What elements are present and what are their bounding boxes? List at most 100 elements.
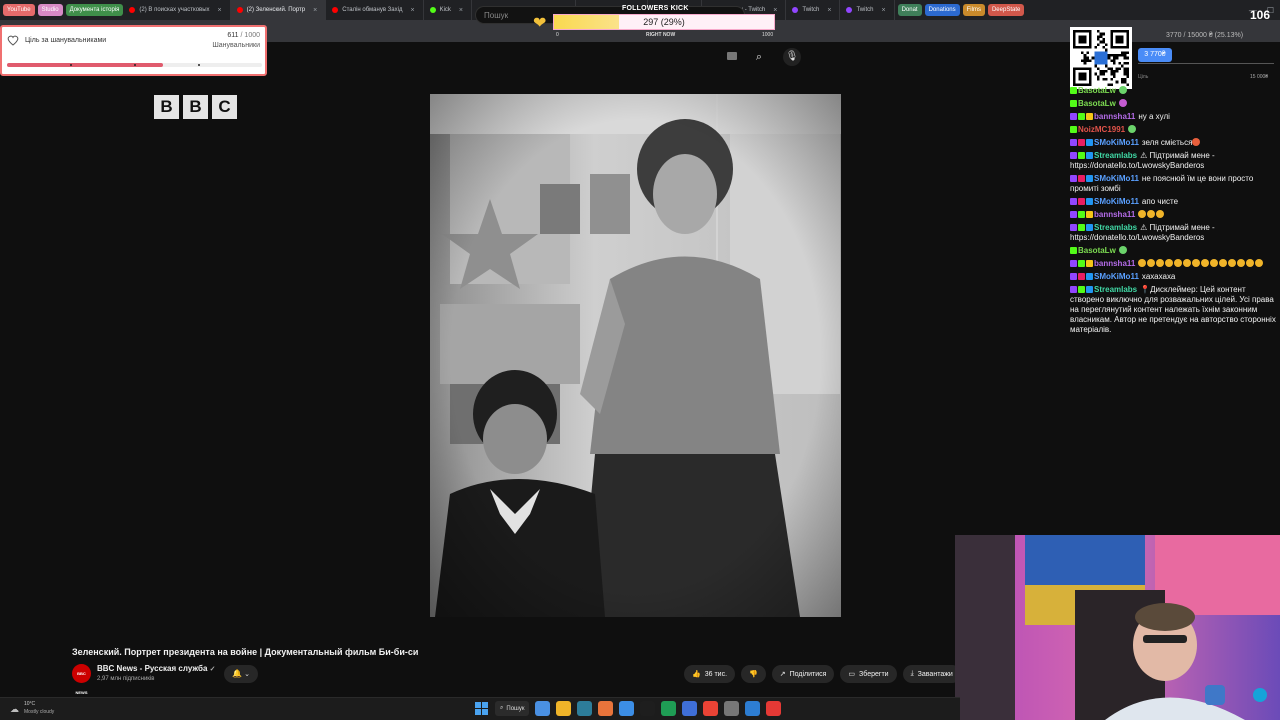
chat-badge-icon bbox=[1070, 247, 1077, 254]
chat-username[interactable]: bannsha11 bbox=[1094, 210, 1135, 219]
search-icon[interactable]: ⌕ bbox=[748, 48, 770, 66]
taskbar-app-icon[interactable] bbox=[745, 701, 761, 716]
close-tab-icon[interactable]: × bbox=[218, 7, 222, 14]
windows-start-icon[interactable] bbox=[474, 701, 489, 716]
browser-tab[interactable]: (2) Зеленский. Портр × bbox=[230, 0, 327, 20]
goal-marker bbox=[198, 64, 200, 66]
chat-badge-icon bbox=[1086, 273, 1093, 280]
chat-username[interactable]: Streamlabs bbox=[1094, 151, 1137, 160]
close-tab-icon[interactable]: × bbox=[313, 7, 317, 14]
taskbar-app-icon[interactable] bbox=[724, 701, 740, 716]
chat-username[interactable]: SMoKiMo11 bbox=[1094, 197, 1139, 206]
chat-badge-icon bbox=[1070, 224, 1077, 231]
channel-avatar[interactable]: BBC NEWS bbox=[72, 664, 91, 695]
chat-badge-icon bbox=[1078, 286, 1085, 293]
share-button[interactable]: ↗ Поділитися bbox=[771, 665, 835, 683]
taskbar-search[interactable]: ⌕ Пошук bbox=[495, 701, 530, 716]
close-tab-icon[interactable]: × bbox=[410, 7, 414, 14]
goal-progress-track bbox=[7, 63, 262, 67]
chat-message: SMoKiMo11 апо чисте bbox=[1070, 197, 1276, 207]
taskbar-app-icon[interactable] bbox=[556, 701, 572, 716]
video-frame-photo[interactable] bbox=[430, 94, 841, 617]
chat-username[interactable]: bannsha11 bbox=[1094, 259, 1135, 268]
chat-badge-icon bbox=[1086, 260, 1093, 267]
chat-text: зеля сміється bbox=[1141, 138, 1193, 147]
tab-label: Сталін обманув Захід bbox=[342, 7, 403, 13]
browser-tab[interactable]: Twitch × bbox=[786, 0, 841, 20]
chat-username[interactable]: NoizMC1991 bbox=[1078, 125, 1125, 134]
taskbar-app-icon[interactable] bbox=[619, 701, 635, 716]
chat-badge-icon bbox=[1078, 273, 1085, 280]
taskbar-app-icon[interactable] bbox=[640, 701, 656, 716]
chat-badge-icon bbox=[1070, 273, 1077, 280]
chat-username[interactable]: SMoKiMo11 bbox=[1094, 174, 1139, 183]
chat-badge-icon bbox=[1086, 139, 1093, 146]
chat-username[interactable]: bannsha11 bbox=[1094, 112, 1135, 121]
dislike-button[interactable]: 👎 bbox=[741, 665, 766, 683]
chat-badge-icon bbox=[1070, 126, 1077, 133]
chat-badge-icon bbox=[1078, 260, 1085, 267]
chat-message: BasotaLw bbox=[1070, 99, 1276, 109]
bell-icon: 🔔 bbox=[231, 669, 242, 678]
chat-text: апо чисте bbox=[1141, 197, 1179, 206]
chat-username[interactable]: BasotaLw bbox=[1078, 86, 1116, 95]
favicon-icon bbox=[846, 7, 853, 13]
browser-tab[interactable]: Сталін обманув Захід × bbox=[326, 0, 424, 20]
chat-badge-icon bbox=[1078, 211, 1085, 218]
goal-unit: Шанувальники bbox=[212, 42, 260, 49]
taskbar-app-icon[interactable] bbox=[598, 701, 614, 716]
save-button[interactable]: ▭ Зберегти bbox=[840, 665, 897, 683]
browser-tab[interactable]: Kick × bbox=[424, 0, 472, 20]
chat-badge-icon bbox=[1070, 211, 1077, 218]
taskbar-app-icon[interactable] bbox=[577, 701, 593, 716]
bbc-logo-letter: B bbox=[154, 95, 179, 119]
taskbar-app-icon[interactable] bbox=[682, 701, 698, 716]
download-button[interactable]: ⤓ Завантажи bbox=[902, 665, 961, 683]
microphone-icon[interactable]: 🎙 bbox=[783, 48, 801, 66]
save-label: Зберегти bbox=[859, 670, 889, 678]
close-tab-icon[interactable]: × bbox=[459, 7, 463, 14]
chat-username[interactable]: SMoKiMo11 bbox=[1094, 138, 1139, 147]
tab-group-pill[interactable]: Donat bbox=[897, 4, 922, 16]
close-tab-icon[interactable]: × bbox=[773, 7, 777, 14]
qr-code-icon bbox=[1073, 30, 1129, 86]
chat-username[interactable]: SMoKiMo11 bbox=[1094, 272, 1139, 281]
emote-icon bbox=[1118, 246, 1127, 254]
like-button[interactable]: 👍 36 тис. bbox=[684, 665, 736, 683]
chat-username[interactable]: BasotaLw bbox=[1078, 99, 1116, 108]
chat-username[interactable]: BasotaLw bbox=[1078, 246, 1116, 255]
browser-tab[interactable]: Twitch × bbox=[840, 0, 895, 20]
donation-progress-track bbox=[1138, 63, 1274, 64]
chat-badge-icon bbox=[1070, 198, 1077, 205]
tab-group-pill[interactable]: Studio bbox=[37, 4, 63, 16]
taskbar-app-icon[interactable] bbox=[766, 701, 782, 716]
chat-username[interactable]: Streamlabs bbox=[1094, 285, 1137, 294]
chat-text: хахахаха bbox=[1141, 272, 1176, 281]
kick-followers-title: FOLLOWERS KICK bbox=[622, 5, 689, 12]
tab-label: Kick bbox=[439, 7, 451, 13]
kick-followers-bar: 297 (29%) bbox=[553, 14, 775, 30]
chat-text: ну а хулі bbox=[1138, 112, 1170, 121]
tab-group-pill[interactable]: Donations bbox=[924, 4, 960, 16]
close-tab-icon[interactable]: × bbox=[881, 7, 885, 14]
emote-icon bbox=[1228, 259, 1237, 267]
taskbar-app-icon[interactable] bbox=[661, 701, 677, 716]
chat-badge-icon bbox=[1086, 113, 1093, 120]
taskbar-app-icon[interactable] bbox=[703, 701, 719, 716]
keyboard-icon[interactable] bbox=[727, 52, 737, 60]
taskbar-app-icon[interactable] bbox=[535, 701, 551, 716]
tab-group-pill[interactable]: DeepState bbox=[987, 4, 1025, 16]
tab-group-pill[interactable]: YouTube bbox=[3, 4, 35, 16]
browser-tab[interactable]: (2) В поисках участковых × bbox=[123, 0, 231, 20]
chat-username[interactable]: Streamlabs bbox=[1094, 223, 1137, 232]
channel-name[interactable]: BBC News - Русская служба ✓ bbox=[97, 664, 216, 673]
streamer-webcam bbox=[955, 535, 1280, 720]
notification-bell-button[interactable]: 🔔 ⌄ bbox=[224, 665, 258, 683]
chat-badge-icon bbox=[1070, 286, 1077, 293]
tab-group-pill[interactable]: Документа історія bbox=[65, 4, 124, 16]
chat-badge-icon bbox=[1078, 139, 1085, 146]
tab-group-pill[interactable]: Films bbox=[962, 4, 985, 16]
close-tab-icon[interactable]: × bbox=[827, 7, 831, 14]
donation-qr-code bbox=[1070, 27, 1132, 89]
goal-progress-fill bbox=[7, 63, 163, 67]
